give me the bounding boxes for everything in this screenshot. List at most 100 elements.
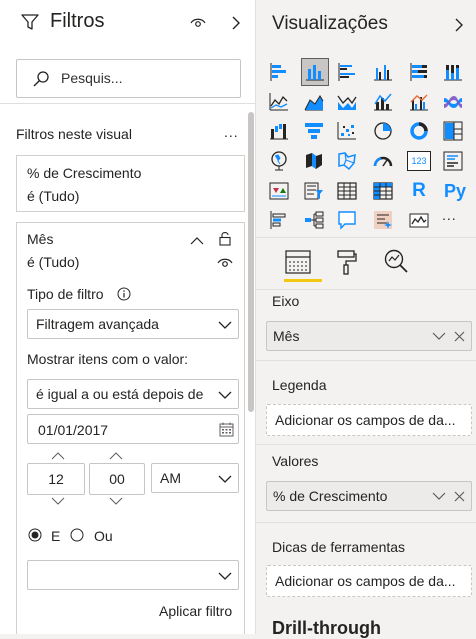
chevron-down-icon <box>218 474 232 484</box>
qa-visual-icon[interactable] <box>336 209 358 231</box>
filter-card-crescimento[interactable]: % de Crescimento é (Tudo) <box>16 155 245 212</box>
eye-icon[interactable] <box>188 14 208 32</box>
collapse-pane-chevron-icon[interactable] <box>452 15 466 35</box>
clustered-column-chart-icon[interactable] <box>372 61 394 83</box>
ribbon-chart-icon[interactable] <box>442 91 464 113</box>
clustered-bar-chart-icon[interactable] <box>336 61 358 83</box>
axis-label: Eixo <box>272 293 300 309</box>
slicer-icon[interactable] <box>303 180 325 202</box>
format-paint-roller-icon[interactable] <box>334 248 360 276</box>
hour-up-chevron-icon[interactable] <box>51 450 65 462</box>
search-input[interactable]: Pesquis... <box>16 59 241 98</box>
tooltips-label: Dicas de ferramentas <box>272 539 406 555</box>
chevron-down-icon[interactable] <box>432 491 446 501</box>
ampm-dropdown[interactable]: AM <box>151 463 239 493</box>
second-condition-dropdown[interactable] <box>27 560 239 590</box>
shape-map-icon[interactable] <box>336 150 358 172</box>
remove-field-close-icon[interactable] <box>453 490 465 502</box>
area-chart-icon[interactable] <box>303 91 325 113</box>
waterfall-chart-icon[interactable] <box>268 120 290 142</box>
minute-input[interactable]: 00 <box>89 463 145 495</box>
collapse-chevron-up-icon[interactable] <box>189 233 205 247</box>
100-stacked-column-chart-icon[interactable] <box>442 61 464 83</box>
line-and-stacked-column-chart-icon[interactable] <box>372 91 394 113</box>
more-options-icon[interactable]: ... <box>224 124 239 140</box>
chevron-down-icon <box>218 390 232 400</box>
matrix-icon[interactable] <box>372 180 394 202</box>
line-chart-icon[interactable] <box>268 91 290 113</box>
paginated-report-icon[interactable] <box>408 209 430 231</box>
calendar-icon[interactable] <box>218 421 234 437</box>
apply-filter-button[interactable]: Aplicar filtro <box>159 603 232 619</box>
smart-narrative-icon[interactable] <box>372 209 394 231</box>
chevron-down-icon <box>218 320 232 330</box>
divider <box>0 103 256 104</box>
legend-drop-zone[interactable]: Adicionar os campos de da... <box>266 404 472 436</box>
show-items-label: Mostrar itens com o valor: <box>27 351 189 367</box>
remove-field-close-icon[interactable] <box>453 330 465 342</box>
chip-label: % de Crescimento <box>273 488 388 504</box>
date-input[interactable]: 01/01/2017 <box>27 414 239 444</box>
lock-icon[interactable] <box>217 229 233 247</box>
funnel-chart-icon[interactable] <box>303 120 325 142</box>
scrollbar[interactable] <box>246 112 256 634</box>
condition-dropdown[interactable]: é igual a ou está depois de <box>27 379 239 409</box>
gauge-icon[interactable] <box>372 150 394 172</box>
multi-row-card-icon[interactable] <box>442 150 464 172</box>
filter-card-mes: Mês é (Tudo) Tipo de filtro Filtragem av… <box>16 222 245 634</box>
line-and-clustered-column-chart-icon[interactable] <box>408 91 430 113</box>
filter-card-field: % de Crescimento <box>27 165 142 181</box>
axis-field-chip[interactable]: Mês <box>266 321 472 351</box>
stacked-bar-chart-icon[interactable] <box>268 61 290 83</box>
r-script-visual-icon[interactable]: R <box>408 180 430 202</box>
search-icon <box>31 69 51 89</box>
filter-type-label: Tipo de filtro <box>27 286 104 302</box>
and-radio[interactable] <box>27 527 43 543</box>
collapse-pane-chevron-icon[interactable] <box>228 13 244 33</box>
fields-tab[interactable] <box>284 248 312 276</box>
stacked-column-chart-icon[interactable] <box>301 58 329 86</box>
tooltips-drop-zone[interactable]: Adicionar os campos de da... <box>266 565 472 597</box>
card-icon[interactable]: 123 <box>407 151 431 171</box>
hour-input[interactable]: 12 <box>27 463 85 495</box>
eye-icon[interactable] <box>216 256 234 270</box>
info-icon[interactable] <box>116 286 132 302</box>
treemap-icon[interactable] <box>442 120 464 142</box>
table-icon[interactable] <box>336 180 358 202</box>
stacked-area-chart-icon[interactable] <box>336 91 358 113</box>
map-icon[interactable] <box>268 150 290 172</box>
and-label: E <box>51 528 61 544</box>
kpi-icon[interactable] <box>268 180 290 202</box>
divider <box>256 522 476 523</box>
chevron-down-icon[interactable] <box>432 331 446 341</box>
or-label: Ou <box>94 528 113 544</box>
or-radio[interactable] <box>69 527 85 543</box>
donut-chart-icon[interactable] <box>408 120 430 142</box>
drop-zone-placeholder: Adicionar os campos de da... <box>275 412 456 428</box>
more-visuals-icon[interactable]: ... <box>442 207 457 223</box>
key-influencers-icon[interactable] <box>268 209 290 231</box>
values-field-chip[interactable]: % de Crescimento <box>266 481 472 511</box>
minute-up-chevron-icon[interactable] <box>109 450 123 462</box>
minute-down-chevron-icon[interactable] <box>109 495 123 507</box>
scrollbar-thumb[interactable] <box>248 112 254 412</box>
divider <box>256 360 476 361</box>
python-visual-icon[interactable]: Py <box>442 180 468 202</box>
100-stacked-bar-chart-icon[interactable] <box>408 61 430 83</box>
dropdown-value: é igual a ou está depois de <box>36 386 204 402</box>
section-label: Filtros neste visual <box>16 126 132 142</box>
visualizations-pane: Visualizações 123 R Py ... Eixo Mês Lege… <box>256 0 476 638</box>
hour-down-chevron-icon[interactable] <box>51 495 65 507</box>
decomposition-tree-icon[interactable] <box>303 209 325 231</box>
analytics-magnifier-icon[interactable] <box>382 247 410 275</box>
pie-chart-icon[interactable] <box>372 120 394 142</box>
filter-type-dropdown[interactable]: Filtragem avançada <box>27 309 239 339</box>
scatter-chart-icon[interactable] <box>336 120 358 142</box>
hour-value: 12 <box>48 471 64 487</box>
filter-card-field: Mês <box>27 231 54 247</box>
values-label: Valores <box>272 453 319 469</box>
filled-map-icon[interactable] <box>303 150 325 172</box>
chevron-down-icon <box>218 571 232 581</box>
legend-label: Legenda <box>272 377 327 393</box>
filters-title: Filtros <box>50 10 105 32</box>
